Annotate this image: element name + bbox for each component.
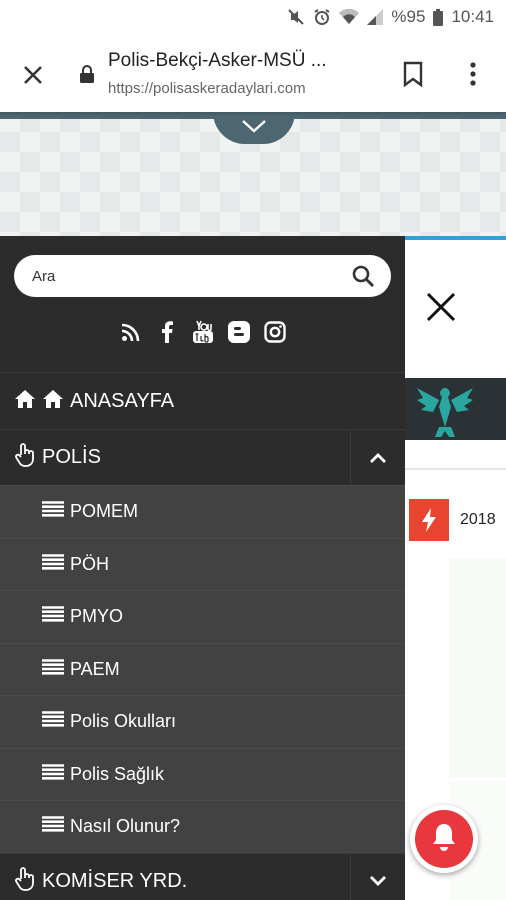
- menu-item-komiser[interactable]: KOMİSER YRD.: [0, 852, 405, 900]
- submenu-item-paem[interactable]: PAEM: [0, 642, 405, 695]
- list-icon: [42, 501, 64, 522]
- pointer-hand-icon: [14, 866, 36, 896]
- submenu-label: Polis Okulları: [70, 711, 177, 732]
- submenu-item-polis-saglik[interactable]: Polis Sağlık: [0, 747, 405, 800]
- social-links: [120, 320, 286, 344]
- submenu-label: PÖH: [70, 553, 110, 574]
- facebook-icon[interactable]: [156, 320, 178, 344]
- alarm-icon: [313, 8, 331, 26]
- battery-percent: %95: [391, 7, 426, 26]
- list-icon: [42, 553, 64, 575]
- sidebar-menu: ANASAYFA POLİS POMEM PÖH PMYO: [0, 236, 405, 900]
- submenu-item-poh[interactable]: PÖH: [0, 537, 405, 590]
- search-icon[interactable]: [351, 264, 375, 293]
- menu-item-home[interactable]: ANASAYFA: [0, 372, 405, 429]
- status-bar: %95 10:41: [0, 0, 506, 36]
- submenu-label: POMEM: [70, 501, 139, 522]
- home-icon: [14, 389, 36, 414]
- collapse-toggle[interactable]: [350, 430, 405, 485]
- submenu-label: Nasıl Olunur?: [70, 816, 181, 837]
- submenu-label: PMYO: [70, 606, 124, 627]
- clock: 10:41: [451, 7, 494, 26]
- page-content-peek: 2018: [405, 236, 506, 900]
- list-icon: [42, 711, 64, 732]
- submenu-label: Polis Sağlık: [70, 763, 165, 784]
- list-icon: [42, 763, 64, 785]
- browser-toolbar: Polis-Bekçi-Asker-MSÜ ... https://polisa…: [0, 36, 506, 112]
- expand-toggle[interactable]: [350, 853, 405, 900]
- mute-icon: [287, 8, 305, 26]
- menu-item-polis[interactable]: POLİS: [0, 429, 405, 485]
- separator: [405, 468, 506, 470]
- accent-line: [405, 236, 506, 240]
- menu-label-polis: POLİS: [42, 446, 101, 468]
- submenu-label: PAEM: [70, 658, 120, 679]
- menu-label-home: ANASAYFA: [70, 389, 175, 412]
- pointer-hand-icon: [14, 443, 36, 472]
- menu-label-komiser: KOMİSER YRD.: [42, 869, 188, 892]
- list-icon: [42, 816, 64, 837]
- home-icon: [42, 389, 64, 414]
- submenu-item-pomem[interactable]: POMEM: [0, 485, 405, 538]
- nav-menu: ANASAYFA POLİS POMEM PÖH PMYO PAEM Polis…: [0, 372, 405, 900]
- page-title[interactable]: Polis-Bekçi-Asker-MSÜ ...: [108, 50, 327, 72]
- signal-icon: [367, 9, 384, 25]
- bookmark-icon[interactable]: [401, 60, 425, 93]
- submenu-item-pmyo[interactable]: PMYO: [0, 590, 405, 643]
- overflow-menu-icon[interactable]: [466, 60, 480, 93]
- content-image[interactable]: [449, 558, 506, 778]
- list-icon: [42, 606, 64, 627]
- search-box: [14, 255, 391, 297]
- eagle-logo-icon: [413, 382, 477, 445]
- search-input[interactable]: [32, 255, 332, 297]
- submenu-item-nasil-olunur[interactable]: Nasıl Olunur?: [0, 800, 405, 853]
- instagram-icon[interactable]: [264, 320, 286, 344]
- submenu-item-polis-okullari[interactable]: Polis Okulları: [0, 695, 405, 748]
- youtube-icon[interactable]: [192, 320, 214, 344]
- battery-icon: [433, 8, 444, 26]
- notification-bell-button[interactable]: [410, 805, 478, 873]
- list-icon: [42, 658, 64, 680]
- rss-icon[interactable]: [120, 320, 142, 344]
- page-url[interactable]: https://polisaskeradaylari.com: [108, 80, 306, 97]
- close-tab-icon[interactable]: [18, 60, 48, 90]
- close-menu-icon[interactable]: [425, 291, 457, 328]
- bell-icon: [429, 821, 459, 858]
- lock-icon: [78, 64, 96, 89]
- blogger-icon[interactable]: [228, 320, 250, 344]
- news-ticker-text[interactable]: 2018: [460, 511, 496, 529]
- news-flash-icon: [409, 499, 449, 541]
- wifi-icon: [339, 9, 360, 25]
